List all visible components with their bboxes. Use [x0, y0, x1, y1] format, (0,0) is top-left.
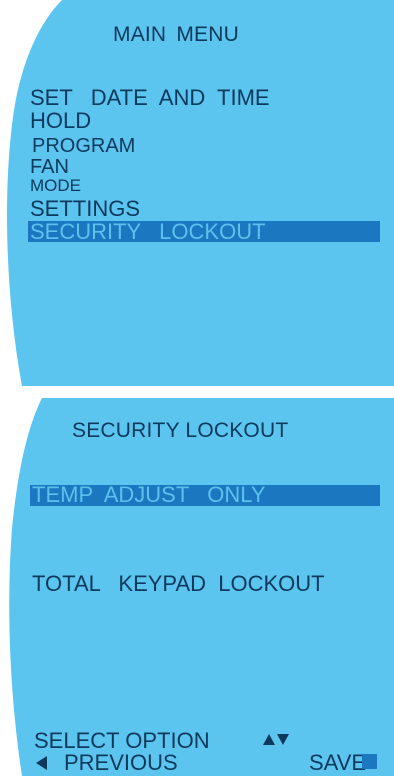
- menu-item-security-lockout[interactable]: SECURITY LOCKOUT: [28, 219, 380, 244]
- security-lockout-screen: SECURITY LOCKOUT TEMP ADJUST ONLY TOTAL …: [0, 398, 394, 776]
- menu-item-settings[interactable]: SETTINGS: [30, 198, 140, 220]
- left-arrow-icon[interactable]: [36, 756, 48, 770]
- option-total-keypad-lockout[interactable]: TOTAL KEYPAD LOCKOUT: [32, 573, 325, 595]
- menu-item-hold[interactable]: HOLD: [30, 110, 91, 132]
- menu-item-security-lockout-label: SECURITY LOCKOUT: [30, 219, 266, 244]
- select-option-label: SELECT OPTION: [34, 728, 210, 753]
- menu-item-fan[interactable]: FAN: [30, 157, 69, 177]
- main-menu-title: MAIN MENU: [113, 23, 239, 46]
- option-temp-adjust-only[interactable]: TEMP ADJUST ONLY: [30, 482, 380, 507]
- square-icon[interactable]: [362, 754, 377, 769]
- menu-item-program[interactable]: PROGRAM: [32, 136, 135, 156]
- previous-button[interactable]: PREVIOUS: [64, 752, 178, 774]
- main-menu-screen: MAIN MENU SET DATE AND TIME HOLD PROGRAM…: [0, 0, 394, 386]
- option-temp-adjust-only-label: TEMP ADJUST ONLY: [32, 482, 266, 507]
- menu-item-mode[interactable]: MODE: [30, 177, 81, 194]
- save-button[interactable]: SAVE: [309, 752, 366, 774]
- security-lockout-title: SECURITY LOCKOUT: [72, 419, 289, 442]
- up-down-arrows-icon: [262, 732, 290, 746]
- menu-item-set-date-and-time[interactable]: SET DATE AND TIME: [30, 87, 270, 109]
